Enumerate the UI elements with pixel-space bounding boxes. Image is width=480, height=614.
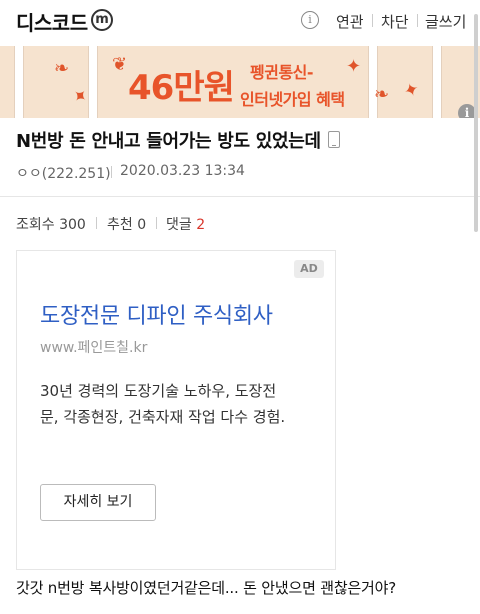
ad-badge: AD <box>294 260 324 278</box>
ad-url[interactable]: www.페인트칠.kr <box>40 337 147 357</box>
banner-line-1: 펭귄통신- <box>250 63 314 82</box>
recommend-label: 추천 <box>107 217 133 233</box>
header-separator <box>417 14 418 27</box>
leaf-icon: ✦ <box>346 56 362 77</box>
divider <box>0 196 480 197</box>
block-link[interactable]: 차단 <box>381 11 409 32</box>
scrollbar[interactable] <box>474 14 478 232</box>
view-count-value: 300 <box>59 217 86 233</box>
comment-count[interactable]: 댓글 2 <box>166 214 205 234</box>
post-body: 갓갓 n번방 복사방이였던거같은데... 돈 안냈으면 괜찮은거야? <box>16 579 397 597</box>
ad-description-line-1: 30년 경력의 도장기술 노하우, 도장전 <box>40 382 277 400</box>
ad-description-line-2: 문, 각종현장, 건축자재 작업 다수 경험. <box>40 408 286 426</box>
banner-tree-decoration <box>368 46 378 118</box>
meta-separator <box>111 166 112 178</box>
comment-label: 댓글 <box>166 217 192 233</box>
leaf-icon: ✦ <box>400 78 423 103</box>
stat-separator <box>156 217 157 229</box>
header: 디스코드 m i 연관 차단 글쓰기 <box>0 0 480 40</box>
post-title: N번방 돈 안내고 들어가는 방도 있었는데 <box>16 131 321 152</box>
banner-amount: 46만원 <box>128 68 235 108</box>
banner-line-2: 인터넷가입 혜택 <box>240 90 345 109</box>
ad-detail-button[interactable]: 자세히 보기 <box>40 484 156 521</box>
write-link[interactable]: 글쓰기 <box>425 11 466 32</box>
ad-title[interactable]: 도장전문 디파인 주식회사 <box>40 298 273 330</box>
header-separator <box>372 14 373 27</box>
recommend-count: 추천 0 <box>107 214 146 234</box>
view-count: 조회수 300 <box>16 214 86 234</box>
leaf-icon: ❧ <box>54 58 70 79</box>
leaf-icon: ❦ <box>112 54 128 75</box>
mobile-icon <box>328 131 340 148</box>
stat-separator <box>96 217 97 229</box>
banner-tree-decoration <box>14 46 24 118</box>
related-link[interactable]: 연관 <box>336 11 364 32</box>
post-date: 2020.03.23 13:34 <box>120 163 245 179</box>
post-author[interactable]: ㅇㅇ(222.251) <box>16 163 111 183</box>
minor-gallery-badge: m <box>91 9 113 31</box>
comment-value: 2 <box>196 217 206 233</box>
recommend-value: 0 <box>137 217 147 233</box>
banner-tree-decoration <box>432 46 442 118</box>
leaf-icon: ❧ <box>374 84 390 105</box>
banner-ad[interactable]: ❧ ✦ ❦ ✦ ❧ ✦ 46만원 펭귄통신- 인터넷가입 혜택 i <box>0 46 480 118</box>
banner-tree-decoration <box>88 46 98 118</box>
gallery-title[interactable]: 디스코드 <box>16 7 88 36</box>
view-count-label: 조회수 <box>16 217 55 233</box>
info-icon[interactable]: i <box>301 11 319 29</box>
